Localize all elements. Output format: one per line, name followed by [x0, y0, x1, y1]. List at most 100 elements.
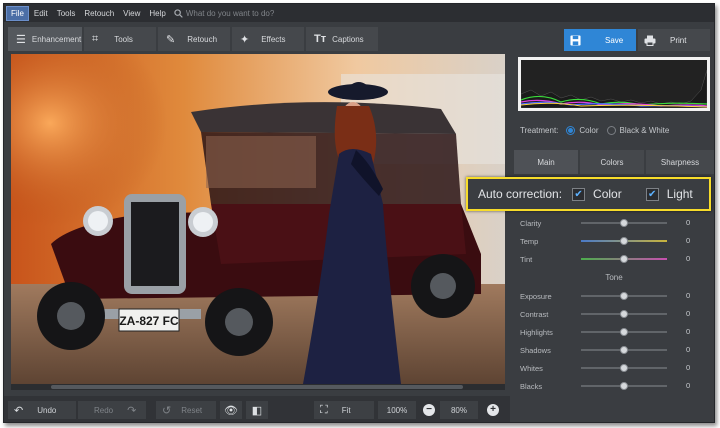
- slider-whites-knob[interactable]: [620, 364, 628, 372]
- slider-tint[interactable]: Tint 0: [520, 252, 710, 266]
- auto-color-checkbox[interactable]: ✔: [572, 187, 586, 201]
- auto-light-checkbox[interactable]: ✔: [645, 187, 659, 201]
- auto-color-label[interactable]: Color: [593, 187, 622, 201]
- slider-exposure-label: Exposure: [520, 291, 552, 301]
- slider-contrast-track[interactable]: [581, 310, 667, 318]
- tab-effects[interactable]: ✦ Effects: [232, 27, 304, 51]
- slider-blacks-track[interactable]: [581, 382, 667, 390]
- treatment-color-label[interactable]: Color: [579, 126, 598, 135]
- zoom-out-button[interactable]: −: [422, 401, 436, 419]
- reset-button[interactable]: ↺ Reset: [156, 401, 216, 419]
- slider-clarity[interactable]: Clarity 0: [520, 216, 710, 230]
- print-button[interactable]: Print: [638, 29, 710, 51]
- tab-enhancement-label: Enhancement: [31, 34, 82, 44]
- bottom-toolbar: ↶ Undo Redo ↷ ↺ Reset 👁 ◧ ⛶ Fit 100% − 8…: [4, 396, 510, 422]
- fit-screen-icon: ⛶: [320, 403, 328, 416]
- slider-tint-knob[interactable]: [620, 255, 628, 263]
- slider-tint-track[interactable]: [581, 255, 667, 263]
- zoom-level: 80%: [440, 401, 478, 419]
- slider-exposure-track[interactable]: [581, 292, 667, 300]
- slider-blacks-knob[interactable]: [620, 382, 628, 390]
- slider-highlights[interactable]: Highlights 0: [520, 325, 710, 339]
- slider-temp-label: Temp: [520, 236, 539, 246]
- auto-light-label[interactable]: Light: [667, 187, 693, 201]
- zoom-level-value: 80%: [450, 405, 467, 415]
- printer-icon: [644, 35, 656, 46]
- slider-clarity-value: 0: [686, 218, 691, 227]
- photo-canvas[interactable]: ZA-827 FC: [11, 54, 505, 384]
- fit-label: Fit: [341, 405, 351, 415]
- menu-retouch[interactable]: Retouch: [80, 7, 118, 20]
- slider-highlights-track[interactable]: [581, 328, 667, 336]
- slider-exposure[interactable]: Exposure 0: [520, 289, 710, 303]
- slider-temp-knob[interactable]: [620, 237, 628, 245]
- before-after-icon: ◧: [251, 404, 263, 417]
- tab-sharpness[interactable]: Sharpness: [646, 150, 714, 174]
- crop-icon: ⌗: [92, 32, 99, 45]
- slider-tint-value: 0: [686, 254, 691, 263]
- slider-contrast-label: Contrast: [520, 309, 549, 319]
- eye-icon: 👁: [224, 404, 238, 417]
- slider-contrast-value: 0: [686, 309, 691, 318]
- license-plate: ZA-827 FC: [119, 314, 179, 328]
- tab-main[interactable]: Main: [514, 150, 578, 174]
- slider-whites[interactable]: Whites 0: [520, 361, 710, 375]
- tab-captions[interactable]: Tт Captions: [306, 27, 378, 51]
- histogram-graph: [521, 69, 707, 108]
- slider-shadows-knob[interactable]: [620, 346, 628, 354]
- zoom-100-button[interactable]: 100%: [378, 401, 416, 419]
- magic-wand-icon: ✦: [240, 33, 250, 46]
- text-icon: Tт: [314, 33, 327, 45]
- scrollbar-thumb[interactable]: [51, 385, 463, 389]
- slider-whites-track[interactable]: [581, 364, 667, 372]
- menu-tools[interactable]: Tools: [53, 7, 80, 20]
- menu-help[interactable]: Help: [145, 7, 169, 20]
- menu-edit[interactable]: Edit: [30, 7, 52, 20]
- slider-clarity-knob[interactable]: [620, 219, 628, 227]
- menu-file[interactable]: File: [6, 5, 29, 21]
- save-button[interactable]: Save: [564, 29, 636, 51]
- redo-label: Redo: [94, 405, 114, 415]
- panel-tabs: Main Colors Sharpness: [512, 150, 714, 174]
- slider-shadows-track[interactable]: [581, 346, 667, 354]
- slider-temp[interactable]: Temp 0: [520, 234, 710, 248]
- treatment-color-radio[interactable]: [566, 126, 576, 135]
- zoom-100-label: 100%: [386, 405, 408, 415]
- slider-highlights-label: Highlights: [520, 327, 553, 337]
- adjustments-panel: Treatment: Color Black & White Main Colo…: [512, 52, 714, 422]
- slider-temp-track[interactable]: [581, 237, 667, 245]
- vintage-car-photo: ZA-827 FC: [11, 54, 505, 384]
- checkmark-icon: ✔: [648, 188, 657, 200]
- treatment-bw-radio[interactable]: [606, 126, 616, 135]
- slider-highlights-knob[interactable]: [620, 328, 628, 336]
- slider-exposure-knob[interactable]: [620, 292, 628, 300]
- slider-blacks-label: Blacks: [520, 381, 543, 391]
- menu-view[interactable]: View: [119, 7, 144, 20]
- slider-clarity-track[interactable]: [581, 219, 667, 227]
- preview-button[interactable]: 👁: [220, 401, 242, 419]
- compare-button[interactable]: ◧: [246, 401, 268, 419]
- slider-shadows[interactable]: Shadows 0: [520, 343, 710, 357]
- slider-blacks[interactable]: Blacks 0: [520, 379, 710, 393]
- fit-button[interactable]: ⛶ Fit: [314, 401, 374, 419]
- slider-temp-value: 0: [686, 236, 691, 245]
- redo-button[interactable]: Redo ↷: [78, 401, 146, 419]
- plus-icon: +: [487, 404, 499, 416]
- print-label: Print: [670, 35, 687, 45]
- tab-tools[interactable]: ⌗ Tools: [84, 27, 156, 51]
- slider-contrast-knob[interactable]: [620, 310, 628, 318]
- slider-contrast[interactable]: Contrast 0: [520, 307, 710, 321]
- photo-editor-window: File Edit Tools Retouch View Help ☰ Enha…: [3, 3, 715, 423]
- zoom-in-button[interactable]: +: [486, 401, 500, 419]
- undo-button[interactable]: ↶ Undo: [8, 401, 76, 419]
- search-input[interactable]: [185, 8, 346, 18]
- tab-colors[interactable]: Colors: [580, 150, 644, 174]
- treatment-selector: Treatment: Color Black & White: [520, 126, 669, 135]
- horizontal-scrollbar[interactable]: [11, 384, 505, 390]
- minus-icon: −: [423, 404, 435, 416]
- treatment-bw-label[interactable]: Black & White: [620, 126, 670, 135]
- tab-enhancement[interactable]: ☰ Enhancement: [8, 27, 82, 51]
- slider-clarity-label: Clarity: [520, 218, 542, 228]
- menu-bar: File Edit Tools Retouch View Help: [4, 4, 714, 22]
- tab-retouch[interactable]: ✎ Retouch: [158, 27, 230, 51]
